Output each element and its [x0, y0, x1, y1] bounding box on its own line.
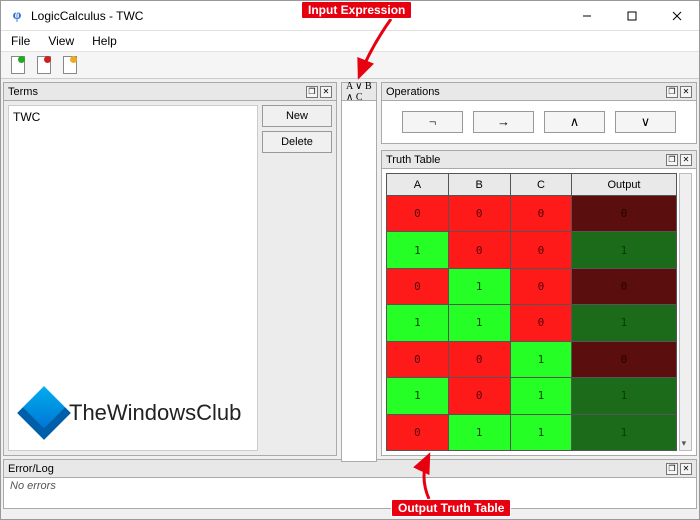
truth-table: ABCOutput 0000100101001101001010110111 [386, 173, 677, 451]
delete-button[interactable]: Delete [262, 131, 332, 153]
main-content: Terms ❐ ✕ TWC TheWindowsClub New Delete [1, 79, 699, 459]
maximize-button[interactable] [609, 1, 654, 30]
truth-table-cell: 1 [448, 414, 510, 450]
truth-table-cell: 0 [387, 196, 449, 232]
operations-panel-title: Operations [386, 86, 664, 98]
truth-table-header: B [448, 174, 510, 196]
truth-table-cell: 0 [510, 268, 572, 304]
truth-table-cell: 1 [448, 268, 510, 304]
truth-table-undock-icon[interactable]: ❐ [666, 154, 678, 166]
truth-table-cell: 0 [448, 196, 510, 232]
truth-table-cell: 0 [387, 414, 449, 450]
truth-table-cell: 1 [572, 414, 676, 450]
annotation-input-label: Input Expression [301, 1, 412, 19]
truth-table-close-icon[interactable]: ✕ [680, 154, 692, 166]
toolbar-open-doc[interactable] [33, 54, 55, 76]
truth-table-cell: 0 [510, 232, 572, 268]
annotation-output-arrow [409, 451, 449, 501]
op-or-button[interactable]: ∨ [615, 111, 676, 133]
error-panel: Error/Log ❐ ✕ No errors [3, 459, 697, 509]
truth-table-cell: 1 [572, 305, 676, 341]
truth-table-cell: 0 [572, 341, 676, 377]
terms-close-icon[interactable]: ✕ [320, 86, 332, 98]
truth-table-panel-header: Truth Table ❐ ✕ [382, 151, 696, 169]
truth-table-header: Output [572, 174, 676, 196]
menu-bar: File View Help [1, 31, 699, 51]
truth-table-cell: 0 [572, 268, 676, 304]
truth-table-cell: 0 [387, 341, 449, 377]
truth-table-cell: 0 [510, 196, 572, 232]
window-title: LogicCalculus - TWC [31, 9, 564, 23]
annotation-output-label: Output Truth Table [391, 499, 511, 517]
terms-panel-title: Terms [8, 86, 304, 98]
truth-table-cell: 1 [510, 414, 572, 450]
truth-table-header: A [387, 174, 449, 196]
truth-table-scrollbar[interactable] [679, 173, 692, 451]
error-panel-title: Error/Log [8, 463, 664, 475]
truth-table-cell: 0 [448, 232, 510, 268]
error-close-icon[interactable]: ✕ [680, 463, 692, 475]
close-icon [672, 11, 682, 21]
app-icon: φ [9, 8, 25, 24]
truth-table-row: 0100 [387, 268, 677, 304]
truth-table-cell: 0 [448, 341, 510, 377]
truth-table-cell: 1 [387, 232, 449, 268]
op-implies-button[interactable]: → [473, 111, 534, 133]
menu-view[interactable]: View [42, 32, 80, 50]
minimize-button[interactable] [564, 1, 609, 30]
expression-body[interactable] [342, 101, 376, 461]
toolbar-new-doc[interactable] [7, 54, 29, 76]
truth-table-cell: 0 [448, 378, 510, 414]
terms-list[interactable]: TWC TheWindowsClub [8, 105, 258, 451]
operations-undock-icon[interactable]: ❐ [666, 86, 678, 98]
menu-help[interactable]: Help [86, 32, 123, 50]
truth-table-cell: 1 [510, 378, 572, 414]
truth-table-row: 1011 [387, 378, 677, 414]
truth-table-row: 1001 [387, 232, 677, 268]
truth-table-row: 0111 [387, 414, 677, 450]
truth-table-cell: 1 [572, 232, 676, 268]
watermark-logo: TheWindowsClub [25, 394, 241, 432]
truth-table-cell: 1 [510, 341, 572, 377]
window-controls [564, 1, 699, 30]
truth-table-row: 1101 [387, 305, 677, 341]
maximize-icon [627, 11, 637, 21]
truth-table-cell: 0 [572, 196, 676, 232]
logo-icon [17, 386, 71, 440]
truth-table-cell: 1 [387, 378, 449, 414]
truth-table-panel-title: Truth Table [386, 154, 664, 166]
truth-table-header: C [510, 174, 572, 196]
error-text: No errors [4, 478, 696, 508]
toolbar-run-doc[interactable] [59, 54, 81, 76]
truth-table-row: 0000 [387, 196, 677, 232]
error-undock-icon[interactable]: ❐ [666, 463, 678, 475]
terms-undock-icon[interactable]: ❐ [306, 86, 318, 98]
op-and-button[interactable]: ∧ [544, 111, 605, 133]
truth-table-cell: 1 [448, 305, 510, 341]
logo-text: TheWindowsClub [69, 400, 241, 426]
minimize-icon [582, 11, 592, 21]
close-button[interactable] [654, 1, 699, 30]
menu-file[interactable]: File [5, 32, 36, 50]
op-not-button[interactable]: ¬ [402, 111, 463, 133]
truth-table-row: 0010 [387, 341, 677, 377]
terms-list-item[interactable]: TWC [13, 110, 253, 124]
annotation-input-arrow [351, 17, 401, 87]
terms-panel-header: Terms ❐ ✕ [4, 83, 336, 101]
truth-table-cell: 0 [387, 268, 449, 304]
new-button[interactable]: New [262, 105, 332, 127]
toolbar [1, 51, 699, 79]
truth-table-cell: 1 [572, 378, 676, 414]
operations-panel-header: Operations ❐ ✕ [382, 83, 696, 101]
truth-table-cell: 0 [510, 305, 572, 341]
truth-table-cell: 1 [387, 305, 449, 341]
operations-close-icon[interactable]: ✕ [680, 86, 692, 98]
